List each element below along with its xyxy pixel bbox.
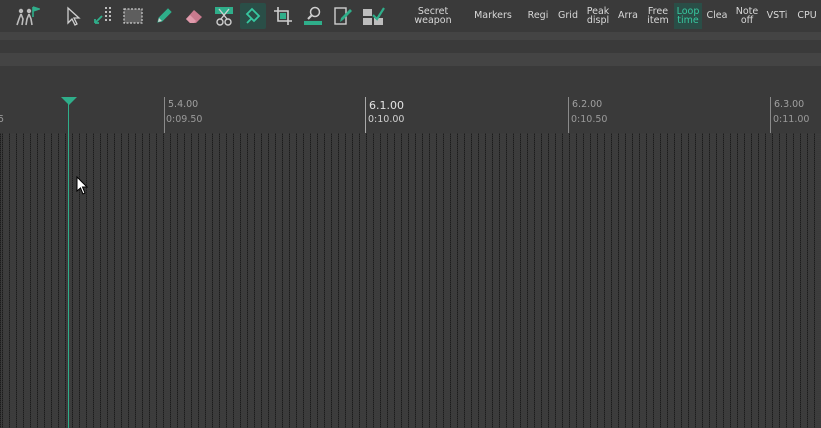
free-item-button[interactable]: Free item [645,3,671,29]
ruler-bar-label: 5.4.00 [168,99,199,110]
playhead-handle[interactable] [61,97,77,105]
regions-button[interactable]: Regi [525,3,551,29]
header-strip [0,53,821,66]
ruler-marker-line [568,97,569,133]
header-strip [0,66,821,80]
ruler-marker-line [365,97,366,133]
ruler-time-label: 0:09.50 [166,114,203,125]
ruler-time-label: 0:11.00 [773,114,810,125]
grid-button[interactable]: Grid [555,3,581,29]
loop-time-button[interactable]: Loop time [674,3,702,29]
arrange-view[interactable] [0,133,821,428]
secret-weapon-button[interactable]: Secret weapon [410,3,456,29]
select-arrow-icon[interactable] [60,3,86,29]
edit-icon[interactable] [330,3,356,29]
playhead-line [68,103,69,428]
ruler-time-label: 0:10.50 [571,114,608,125]
header-strip [0,32,821,40]
ruler-marker-line [164,97,165,133]
markers-button[interactable]: Markers [470,3,516,29]
eraser-icon[interactable] [181,3,207,29]
select-all-icon[interactable] [360,3,386,29]
ruler-bar-label: 6.2.00 [572,99,603,110]
ruler-bar-label: 6.1.00 [369,99,404,112]
rect-select-icon[interactable] [120,3,146,29]
typing-keyboard-icon[interactable] [14,3,40,29]
peak-display-button[interactable]: Peak displ [585,3,611,29]
ruler-time-label: 0:10.00 [368,114,405,125]
toolbar: Secret weapon Markers Regi Grid Peak dis… [0,0,821,32]
timeline-ruler[interactable]: 5 5.4.00 0:09.50 6.1.00 0:10.00 6.2.00 0… [0,80,821,133]
clear-button[interactable]: Clea [704,3,730,29]
header-strip [0,40,821,53]
group-icon[interactable] [90,3,116,29]
zoom-icon[interactable] [300,3,326,29]
cpu-button[interactable]: CPU [794,3,820,29]
ruler-bar-label: 6.3.00 [774,99,805,110]
paint-icon[interactable] [240,3,266,29]
mouse-cursor-icon [76,175,89,200]
arrange-button[interactable]: Arra [615,3,641,29]
note-off-button[interactable]: Note off [734,3,760,29]
slice-icon[interactable] [211,3,237,29]
ruler-partial-label: 5 [0,114,5,125]
pencil-icon[interactable] [151,3,177,29]
crop-icon[interactable] [270,3,296,29]
vsti-button[interactable]: VSTi [764,3,790,29]
ruler-marker-line [770,97,771,133]
